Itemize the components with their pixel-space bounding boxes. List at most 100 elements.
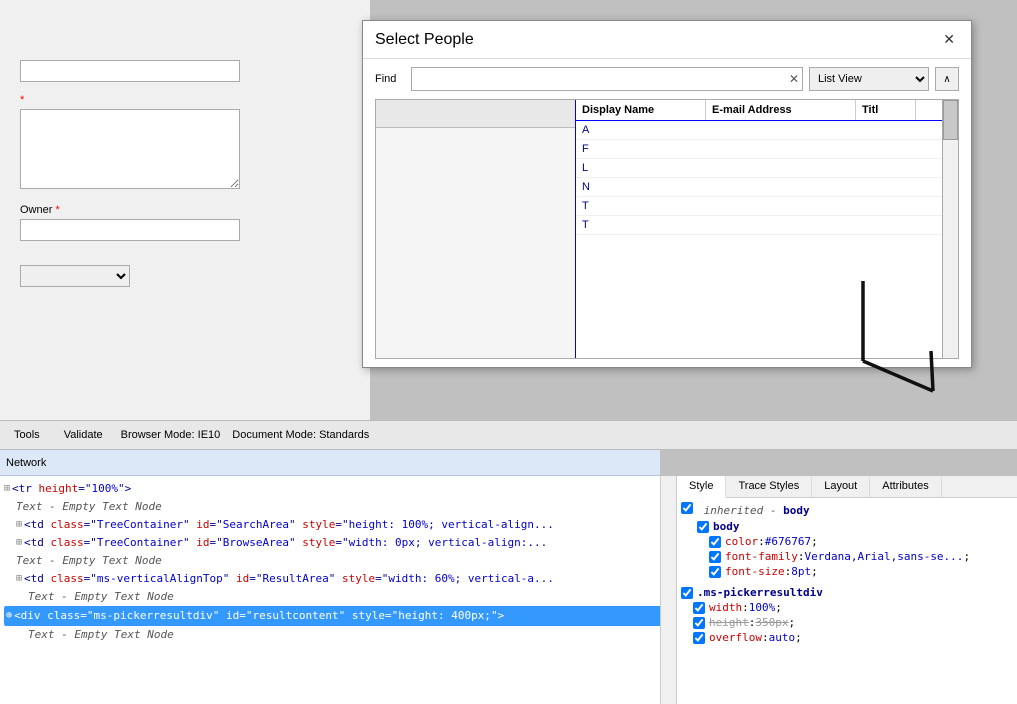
table-rows: A F L N T T bbox=[576, 121, 958, 235]
style-prop: font-family bbox=[725, 550, 798, 563]
list-item[interactable]: T bbox=[576, 197, 958, 216]
scroll-thumb[interactable] bbox=[943, 100, 958, 140]
inherited-label: inherited bbox=[704, 504, 764, 517]
rule-checkbox[interactable] bbox=[709, 536, 721, 548]
modal-title: Select People bbox=[375, 31, 474, 49]
style-rule: color: #676767; bbox=[709, 534, 1013, 549]
style-rule: overflow: auto; bbox=[693, 630, 1013, 645]
style-section-inherited: inherited - body body color: #676767; bbox=[681, 502, 1013, 579]
style-val-strikethrough: 350px bbox=[755, 616, 788, 629]
rule-checkbox[interactable] bbox=[709, 566, 721, 578]
html-panel-scrollbar[interactable] bbox=[660, 476, 676, 704]
style-panel: Style Trace Styles Layout Attributes inh… bbox=[677, 476, 1017, 704]
picker-rules: .ms-pickerresultdiv width: 100%; height:… bbox=[681, 585, 1013, 645]
html-line-selected[interactable]: ⊕ <div class="ms-pickerresultdiv" id="re… bbox=[4, 606, 672, 626]
network-tab-bar: Network bbox=[0, 450, 660, 476]
expand-icon[interactable]: ⊞ bbox=[4, 480, 10, 498]
body-selector: body bbox=[783, 504, 810, 517]
table-header: Display Name E-mail Address Titl bbox=[576, 100, 958, 121]
rule-checkbox[interactable] bbox=[693, 632, 705, 644]
html-tag-selected: <div class="ms-pickerresultdiv" id="resu… bbox=[14, 607, 504, 625]
devtools-tab-validate[interactable]: Validate bbox=[58, 425, 109, 445]
tab-layout[interactable]: Layout bbox=[812, 476, 870, 497]
style-prop: color bbox=[725, 535, 758, 548]
style-prop-strikethrough: height bbox=[709, 616, 749, 629]
style-rule: width: 100%; bbox=[693, 600, 1013, 615]
html-line: Text - Empty Text Node bbox=[4, 498, 672, 516]
html-tag: <tr height="100%"> bbox=[12, 480, 131, 498]
html-text-node: Text - Empty Text Node bbox=[28, 588, 174, 606]
html-line: ⊞ <tr height="100%"> bbox=[4, 480, 672, 498]
find-clear-button[interactable]: ✕ bbox=[789, 72, 799, 86]
network-tab[interactable]: Network bbox=[6, 457, 46, 469]
style-rule: height: 350px; bbox=[693, 615, 1013, 630]
style-content: inherited - body body color: #676767; bbox=[677, 498, 1017, 655]
html-text-node: Text - Empty Text Node bbox=[16, 552, 162, 570]
style-rule: font-family: Verdana,Arial,sans-se...; bbox=[709, 549, 1013, 564]
html-text-node: Text - Empty Text Node bbox=[28, 626, 174, 644]
modal-close-button[interactable]: ✕ bbox=[939, 29, 959, 50]
find-input-wrap: ✕ bbox=[411, 67, 803, 91]
expand-icon[interactable]: ⊞ bbox=[16, 516, 22, 534]
vertical-scrollbar[interactable] bbox=[942, 100, 958, 358]
html-line: Text - Empty Text Node bbox=[4, 552, 672, 570]
list-item[interactable]: A bbox=[576, 121, 958, 140]
find-input[interactable] bbox=[411, 67, 803, 91]
style-val: #676767 bbox=[765, 535, 811, 548]
rule-checkbox[interactable] bbox=[709, 551, 721, 563]
html-line: ⊞ <td class="TreeContainer" id="BrowseAr… bbox=[4, 534, 672, 552]
html-line: Text - Empty Text Node bbox=[4, 588, 672, 606]
list-item[interactable]: T bbox=[576, 216, 958, 235]
view-select[interactable]: List View Details View bbox=[809, 67, 929, 91]
scroll-up-button[interactable]: ∧ bbox=[935, 67, 959, 91]
html-tag: <td class="TreeContainer" id="BrowseArea… bbox=[24, 534, 547, 552]
picker-right-panel: Display Name E-mail Address Titl A F L N… bbox=[576, 100, 958, 358]
html-tag: <td class="TreeContainer" id="SearchArea… bbox=[24, 516, 554, 534]
style-val: 100% bbox=[749, 601, 776, 614]
tab-style[interactable]: Style bbox=[677, 476, 726, 498]
th-email: E-mail Address bbox=[706, 100, 856, 120]
browser-mode-label: Browser Mode: IE10 bbox=[121, 429, 221, 441]
th-display-name: Display Name bbox=[576, 100, 706, 120]
picker-left-panel bbox=[376, 100, 576, 358]
style-section-picker: .ms-pickerresultdiv width: 100%; height:… bbox=[681, 585, 1013, 645]
style-tabs: Style Trace Styles Layout Attributes bbox=[677, 476, 1017, 498]
html-line: ⊞ <td class="TreeContainer" id="SearchAr… bbox=[4, 516, 672, 534]
expand-icon[interactable]: ⊞ bbox=[16, 534, 22, 552]
picker-rule-props: width: 100%; height: 350px; overflow: au… bbox=[681, 600, 1013, 645]
style-val: 8pt bbox=[791, 565, 811, 578]
rule-checkbox[interactable] bbox=[681, 587, 693, 599]
picker-table: Display Name E-mail Address Titl A F L N… bbox=[375, 99, 959, 359]
style-section-header: inherited - body bbox=[681, 502, 1013, 517]
list-item[interactable]: N bbox=[576, 178, 958, 197]
html-text-node: Text - Empty Text Node bbox=[16, 498, 162, 516]
style-val: Verdana,Arial,sans-se... bbox=[804, 550, 963, 563]
list-item[interactable]: L bbox=[576, 159, 958, 178]
list-item[interactable]: F bbox=[576, 140, 958, 159]
document-mode-label: Document Mode: Standards bbox=[232, 429, 369, 441]
expand-icon[interactable]: ⊞ bbox=[16, 570, 22, 588]
style-rule: body bbox=[697, 519, 1013, 534]
picker-selector: .ms-pickerresultdiv bbox=[697, 586, 823, 599]
style-rule: .ms-pickerresultdiv bbox=[681, 585, 1013, 600]
html-panel: ⊞ <tr height="100%"> Text - Empty Text N… bbox=[0, 476, 677, 704]
style-prop: width bbox=[709, 601, 742, 614]
devtools-tab-tools[interactable]: Tools bbox=[8, 425, 46, 445]
modal-titlebar: Select People ✕ bbox=[363, 21, 971, 59]
modal-body: Find ✕ List View Details View ∧ bbox=[363, 59, 971, 367]
find-label: Find bbox=[375, 73, 405, 85]
rule-checkbox[interactable] bbox=[693, 602, 705, 614]
th-title: Titl bbox=[856, 100, 916, 120]
section-checkbox-inherited[interactable] bbox=[681, 502, 693, 514]
tab-trace-styles[interactable]: Trace Styles bbox=[726, 476, 812, 497]
inherited-dash: - bbox=[770, 504, 783, 517]
tab-attributes[interactable]: Attributes bbox=[870, 476, 941, 497]
rule-checkbox[interactable] bbox=[693, 617, 705, 629]
expand-icon[interactable]: ⊕ bbox=[6, 607, 12, 625]
style-prop: font-size bbox=[725, 565, 785, 578]
rule-checkbox[interactable] bbox=[697, 521, 709, 533]
style-rule: font-size: 8pt; bbox=[709, 564, 1013, 579]
html-line: Text - Empty Text Node bbox=[4, 626, 672, 644]
select-people-dialog: Select People ✕ Find ✕ List View Details… bbox=[362, 20, 972, 368]
find-row: Find ✕ List View Details View ∧ bbox=[375, 67, 959, 91]
